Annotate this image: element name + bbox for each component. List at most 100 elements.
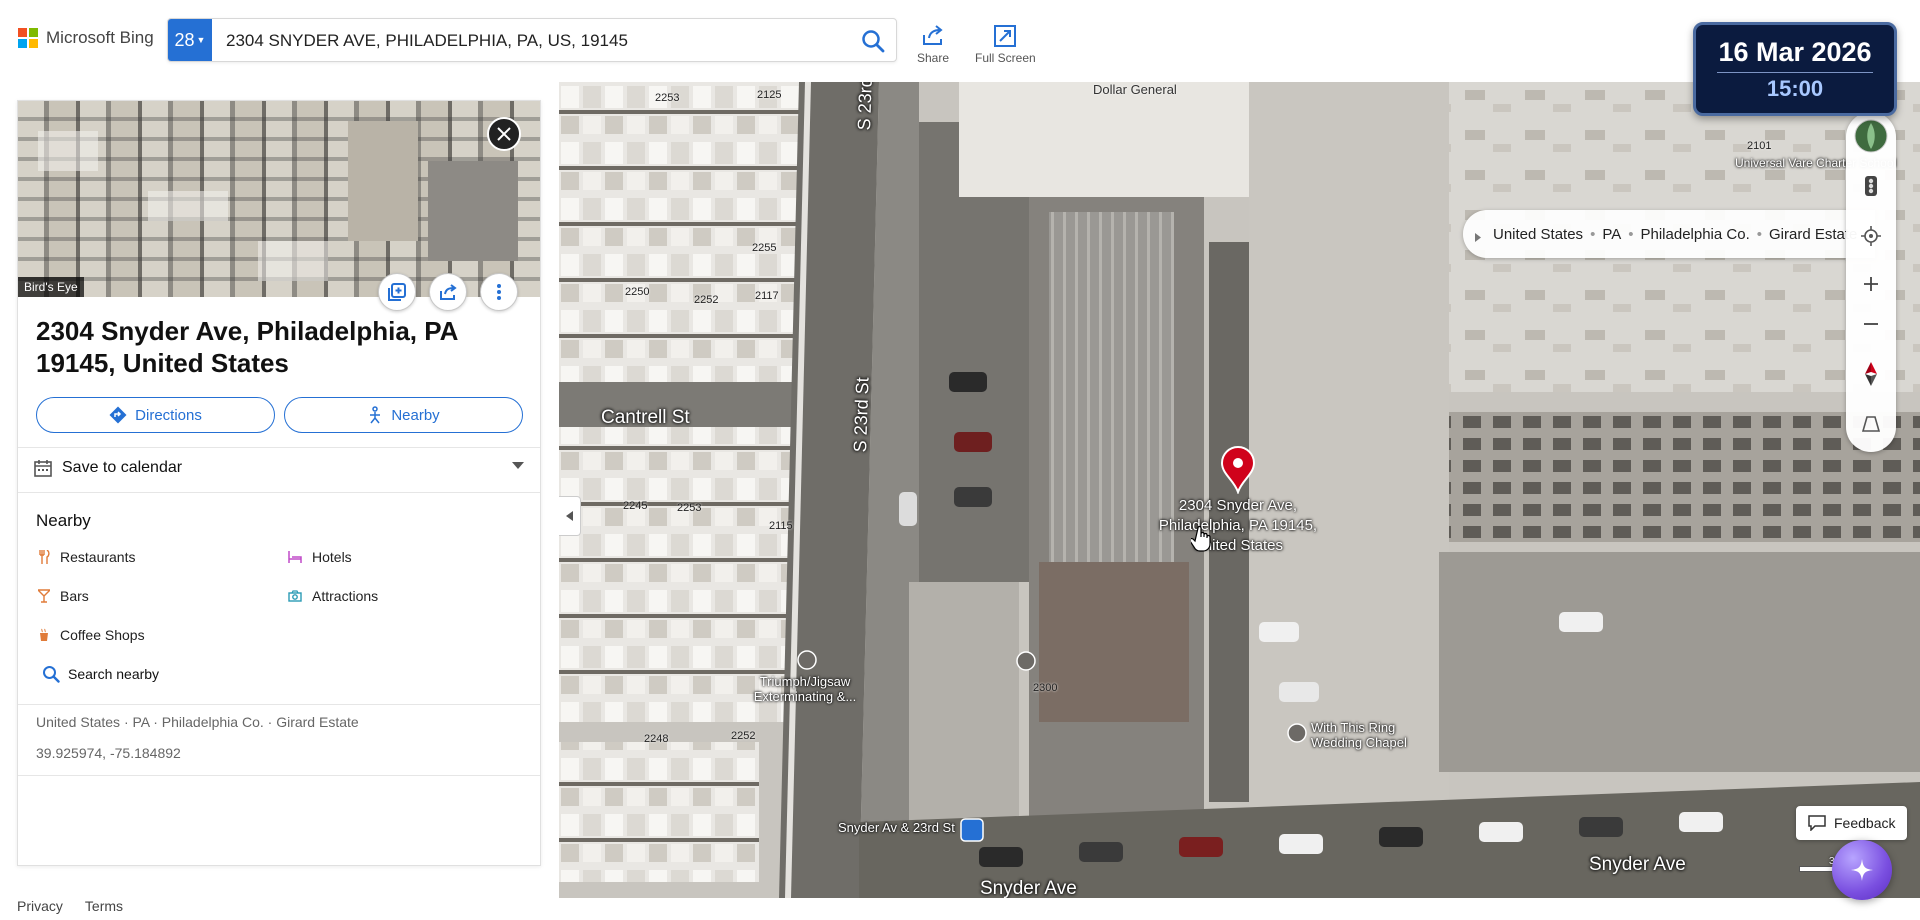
add-collection-icon bbox=[388, 283, 406, 301]
brand-name: Microsoft Bing bbox=[46, 28, 154, 47]
divider bbox=[18, 704, 540, 705]
nearby-button[interactable]: Nearby bbox=[284, 397, 523, 433]
search-input[interactable] bbox=[224, 28, 808, 54]
nearby-coffee-shops[interactable]: Coffee Shops bbox=[38, 627, 145, 643]
house-number: 2248 bbox=[644, 733, 669, 745]
expand-triangle-icon bbox=[1475, 229, 1481, 246]
nearby-item-label: Bars bbox=[60, 588, 89, 604]
nearby-attractions[interactable]: Attractions bbox=[288, 588, 378, 604]
breadcrumb-neighborhood[interactable]: Girard Estate bbox=[1769, 226, 1857, 243]
fork-knife-icon bbox=[38, 550, 50, 564]
divider bbox=[18, 775, 540, 776]
coordinates-text: 39.925974, -75.184892 bbox=[36, 745, 181, 761]
street-label-snyder: Snyder Ave bbox=[980, 878, 1077, 898]
save-to-calendar-label: Save to calendar bbox=[62, 459, 183, 476]
nearby-item-label: Hotels bbox=[312, 549, 352, 565]
traffic-light-icon bbox=[1864, 175, 1878, 197]
date-time-overlay: 16 Mar 2026 15:00 bbox=[1693, 22, 1897, 116]
house-number: 2245 bbox=[623, 500, 648, 512]
share-label: Share bbox=[917, 51, 950, 65]
divider bbox=[18, 492, 540, 493]
plus-icon bbox=[1863, 276, 1879, 292]
nearby-bars[interactable]: Bars bbox=[38, 588, 89, 604]
tilt-view-icon bbox=[1862, 416, 1880, 432]
aerial-view-icon bbox=[1854, 119, 1888, 153]
breadcrumb-state[interactable]: PA bbox=[1602, 226, 1621, 243]
nearby-item-label: Restaurants bbox=[60, 549, 136, 565]
search-box: 28 ▼ bbox=[167, 18, 897, 62]
directions-button[interactable]: Directions bbox=[36, 397, 275, 433]
house-number: 2115 bbox=[769, 520, 793, 532]
date-divider bbox=[1717, 72, 1873, 73]
coffee-cup-icon bbox=[38, 628, 50, 642]
breadcrumb-separator: • bbox=[1756, 225, 1763, 243]
locate-icon bbox=[1861, 226, 1881, 246]
chevron-down-icon: ▼ bbox=[196, 35, 206, 45]
privacy-link[interactable]: Privacy bbox=[17, 898, 63, 914]
collapse-panel-button[interactable] bbox=[559, 496, 581, 536]
pin-label: 2304 Snyder Ave, Philadelphia, PA 19145,… bbox=[1158, 497, 1318, 554]
calendar-icon bbox=[34, 459, 52, 477]
nearby-hotels[interactable]: Hotels bbox=[288, 549, 352, 565]
locate-me-button[interactable] bbox=[1851, 216, 1891, 256]
poi-label-chapel[interactable]: With This Ring Wedding Chapel bbox=[1311, 720, 1431, 750]
nearby-restaurants[interactable]: Restaurants bbox=[38, 549, 135, 565]
search-nearby-link[interactable]: Search nearby bbox=[42, 665, 159, 683]
zoom-level-dropdown[interactable]: 28 ▼ bbox=[168, 19, 212, 61]
traffic-button[interactable] bbox=[1851, 166, 1891, 206]
share-icon bbox=[920, 24, 946, 48]
house-number: 2101 bbox=[1747, 140, 1772, 152]
bed-icon bbox=[288, 551, 302, 563]
tilt-button[interactable] bbox=[1851, 404, 1891, 444]
camera-icon bbox=[288, 590, 302, 602]
save-to-collection-button[interactable] bbox=[378, 273, 416, 311]
breadcrumb-country[interactable]: United States bbox=[1493, 226, 1583, 243]
house-number: 2252 bbox=[694, 294, 719, 306]
bus-stop-label[interactable]: Snyder Av & 23rd St bbox=[838, 820, 955, 835]
search-button[interactable] bbox=[860, 28, 886, 54]
map-controls bbox=[1846, 112, 1896, 452]
bing-logo[interactable]: Microsoft Bing bbox=[18, 28, 154, 48]
poi-label-dollar-general[interactable]: Dollar General bbox=[1093, 82, 1177, 97]
birds-eye-label: Bird's Eye bbox=[18, 277, 84, 297]
house-number: 2253 bbox=[655, 92, 680, 104]
microsoft-logo-icon bbox=[18, 28, 38, 48]
save-to-calendar-row[interactable]: Save to calendar bbox=[34, 448, 524, 488]
house-number: 2117 bbox=[755, 290, 779, 302]
address-breadcrumb: United States · PA · Philadelphia Co. · … bbox=[36, 714, 359, 730]
close-panel-button[interactable] bbox=[487, 117, 521, 151]
terms-link[interactable]: Terms bbox=[85, 898, 123, 914]
breadcrumb-county[interactable]: Philadelphia Co. bbox=[1641, 226, 1750, 243]
search-nearby-label: Search nearby bbox=[68, 666, 160, 682]
street-label-s23rd: S 23rd St bbox=[854, 82, 877, 131]
street-label-s23rd: S 23rd St bbox=[850, 376, 873, 453]
street-label-cantrell: Cantrell St bbox=[601, 407, 690, 428]
copilot-button[interactable] bbox=[1832, 840, 1892, 900]
chevron-down-icon bbox=[512, 462, 524, 470]
search-icon bbox=[860, 28, 886, 54]
sparkle-icon bbox=[1850, 858, 1874, 882]
time-text: 15:00 bbox=[1766, 76, 1824, 101]
zoom-in-button[interactable] bbox=[1851, 264, 1891, 304]
minus-icon bbox=[1863, 322, 1879, 326]
date-text: 16 Mar 2026 bbox=[1718, 37, 1872, 67]
house-number: 2253 bbox=[677, 502, 702, 514]
poi-label-triumph[interactable]: Triumph/Jigsaw Exterminating &... bbox=[745, 674, 865, 704]
house-number: 2300 bbox=[1033, 682, 1058, 694]
birds-eye-image[interactable]: Bird's Eye bbox=[18, 101, 540, 297]
person-walking-icon bbox=[367, 406, 383, 424]
map-style-button[interactable] bbox=[1851, 116, 1891, 156]
location-pin[interactable] bbox=[1220, 446, 1256, 499]
breadcrumb-separator: • bbox=[1628, 225, 1634, 243]
compass-button[interactable] bbox=[1851, 354, 1891, 394]
feedback-button[interactable]: Feedback bbox=[1796, 806, 1908, 840]
full-screen-button[interactable]: Full Screen bbox=[975, 24, 1036, 65]
more-options-button[interactable] bbox=[480, 273, 518, 311]
share-button[interactable]: Share bbox=[917, 24, 949, 65]
zoom-out-button[interactable] bbox=[1851, 304, 1891, 344]
share-location-button[interactable] bbox=[429, 273, 467, 311]
map-location-breadcrumb[interactable]: United States • PA • Philadelphia Co. • … bbox=[1463, 210, 1876, 258]
directions-icon bbox=[109, 406, 127, 424]
full-screen-icon bbox=[993, 24, 1017, 48]
full-screen-label: Full Screen bbox=[975, 51, 1036, 65]
